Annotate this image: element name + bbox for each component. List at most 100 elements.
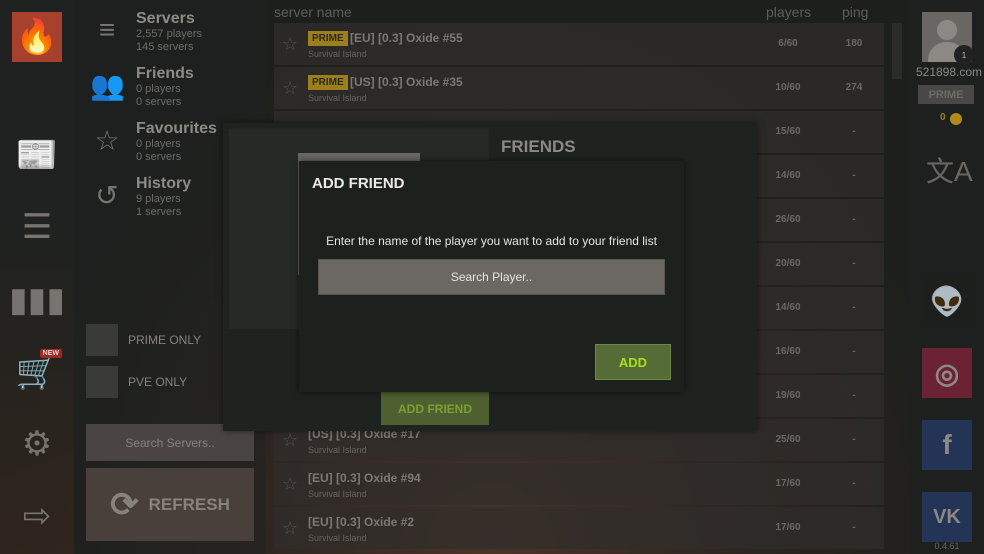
server-ping: - bbox=[852, 126, 856, 137]
server-players: 15/60 bbox=[775, 126, 801, 137]
table-row[interactable]: ☆ [EU] [0.3] Oxide #2 Survival Island 17… bbox=[274, 507, 884, 549]
add-friend-button[interactable]: ADD FRIEND bbox=[381, 392, 489, 425]
server-ping: 180 bbox=[845, 38, 863, 49]
settings-gear-icon[interactable]: ⚙ bbox=[14, 424, 60, 464]
nav-label: Favourites bbox=[136, 120, 217, 137]
stats-icon[interactable]: ▮▮▮ bbox=[9, 280, 65, 320]
server-ping: - bbox=[852, 346, 856, 357]
pve-only-label: PVE ONLY bbox=[128, 375, 188, 389]
nav-servers: 0 servers bbox=[136, 151, 182, 163]
header-ping[interactable]: ping bbox=[842, 4, 868, 20]
game-logo-fire-icon: 🔥 bbox=[12, 12, 62, 62]
nav-players: 9 players bbox=[136, 193, 181, 205]
server-players: 10/60 bbox=[775, 82, 801, 93]
server-players: 14/60 bbox=[775, 302, 801, 313]
refresh-button[interactable]: ⟳ REFRESH bbox=[86, 468, 254, 541]
server-ping: - bbox=[852, 522, 856, 533]
nav-servers: 145 servers bbox=[136, 41, 194, 53]
refresh-label: REFRESH bbox=[148, 494, 230, 514]
server-players: 26/60 bbox=[775, 214, 801, 225]
favourite-star-icon[interactable]: ☆ bbox=[282, 518, 298, 539]
server-ping: - bbox=[852, 170, 856, 181]
server-map: Survival Island bbox=[308, 445, 367, 455]
username: 521898.com bbox=[915, 65, 983, 79]
dialog-message: Enter the name of the player you want to… bbox=[326, 234, 657, 248]
language-translate-icon[interactable]: 文A bbox=[926, 150, 973, 190]
favourite-star-icon[interactable]: ☆ bbox=[282, 430, 298, 451]
nav-label: Servers bbox=[136, 10, 195, 27]
notification-badge: 1 bbox=[954, 45, 974, 65]
server-stack-icon: ≡ bbox=[98, 14, 116, 45]
server-name: [EU] [0.3] Oxide #55 bbox=[350, 31, 463, 45]
server-map: Survival Island bbox=[308, 489, 367, 499]
add-friend-dialog: ADD FRIEND Enter the name of the player … bbox=[299, 161, 684, 392]
server-players: 16/60 bbox=[775, 346, 801, 357]
server-players: 17/60 bbox=[775, 478, 801, 489]
server-players: 6/60 bbox=[778, 38, 798, 49]
server-name: [EU] [0.3] Oxide #94 bbox=[308, 471, 421, 485]
version-label: 0.4.61 bbox=[934, 541, 960, 551]
friends-title: FRIENDS bbox=[501, 137, 576, 156]
sidebar-item-friends[interactable]: 👥 Friends 0 players 0 servers bbox=[90, 65, 270, 115]
header-players[interactable]: players bbox=[766, 4, 811, 20]
search-player-input[interactable] bbox=[318, 259, 665, 295]
server-ping: - bbox=[852, 214, 856, 225]
table-row[interactable]: ☆ [EU] [0.3] Oxide #94 Survival Island 1… bbox=[274, 463, 884, 505]
nav-players: 0 players bbox=[136, 138, 181, 150]
coin-count: 0 bbox=[940, 112, 946, 123]
news-icon[interactable]: 📰 bbox=[14, 135, 60, 175]
server-map: Survival Island bbox=[308, 49, 367, 59]
exit-icon[interactable]: ⇨ bbox=[14, 496, 60, 536]
server-map: Survival Island bbox=[308, 533, 367, 543]
favourite-star-icon[interactable]: ☆ bbox=[282, 34, 298, 55]
nav-players: 2,557 players bbox=[136, 28, 203, 40]
server-name: [US] [0.3] Oxide #35 bbox=[350, 75, 463, 89]
new-badge: NEW bbox=[39, 349, 62, 358]
server-ping: - bbox=[852, 478, 856, 489]
nav-servers: 0 servers bbox=[136, 96, 182, 108]
prime-badge: PRIME bbox=[308, 31, 348, 46]
server-players: 20/60 bbox=[775, 258, 801, 269]
left-rail: 🔥 📰 ☰ ▮▮▮ 🛒 NEW ⚙ ⇨ bbox=[0, 0, 74, 554]
nav-servers: 1 servers bbox=[136, 206, 182, 218]
prime-badge: PRIME bbox=[308, 75, 348, 90]
server-ping: - bbox=[852, 390, 856, 401]
friends-icon: 👥 bbox=[90, 70, 125, 101]
server-players: 17/60 bbox=[775, 522, 801, 533]
pve-only-checkbox[interactable] bbox=[86, 366, 118, 398]
server-list-icon[interactable]: ☰ bbox=[14, 207, 60, 247]
favourite-star-icon[interactable]: ☆ bbox=[282, 78, 298, 99]
refresh-icon: ⟳ bbox=[110, 485, 139, 524]
instagram-icon[interactable]: ◎ bbox=[922, 348, 972, 398]
server-ping: - bbox=[852, 258, 856, 269]
vk-icon[interactable]: VK bbox=[922, 492, 972, 542]
favourite-star-icon[interactable]: ☆ bbox=[282, 474, 298, 495]
prime-only-checkbox[interactable] bbox=[86, 324, 118, 356]
shop-cart-icon[interactable]: 🛒 NEW bbox=[14, 349, 62, 392]
table-row[interactable]: ☆ PRIME [US] [0.3] Oxide #35 Survival Is… bbox=[274, 67, 884, 109]
add-button[interactable]: ADD bbox=[595, 344, 671, 380]
server-players: 14/60 bbox=[775, 170, 801, 181]
alien-social-icon[interactable]: 👽 bbox=[922, 276, 972, 326]
nav-label: Friends bbox=[136, 65, 194, 82]
server-ping: - bbox=[852, 302, 856, 313]
server-players: 19/60 bbox=[775, 390, 801, 401]
star-icon: ☆ bbox=[94, 125, 120, 156]
facebook-icon[interactable]: f bbox=[922, 420, 972, 470]
server-ping: - bbox=[852, 434, 856, 445]
sidebar-item-servers[interactable]: ≡ Servers 2,557 players 145 servers bbox=[90, 10, 270, 60]
server-name: [EU] [0.3] Oxide #2 bbox=[308, 515, 415, 529]
history-icon: ↺ bbox=[95, 180, 119, 211]
server-players: 25/60 bbox=[775, 434, 801, 445]
nav-label: History bbox=[136, 175, 192, 192]
coin-icon bbox=[950, 113, 962, 125]
scrollbar[interactable] bbox=[892, 23, 902, 79]
prime-status-badge[interactable]: PRIME bbox=[918, 85, 974, 104]
dialog-title: ADD FRIEND bbox=[312, 175, 405, 192]
table-row[interactable]: ☆ PRIME [EU] [0.3] Oxide #55 Survival Is… bbox=[274, 23, 884, 65]
server-map: Survival Island bbox=[308, 93, 367, 103]
header-server-name[interactable]: server name bbox=[274, 4, 352, 20]
prime-only-label: PRIME ONLY bbox=[128, 333, 202, 347]
server-ping: 274 bbox=[845, 82, 863, 93]
nav-players: 0 players bbox=[136, 83, 181, 95]
